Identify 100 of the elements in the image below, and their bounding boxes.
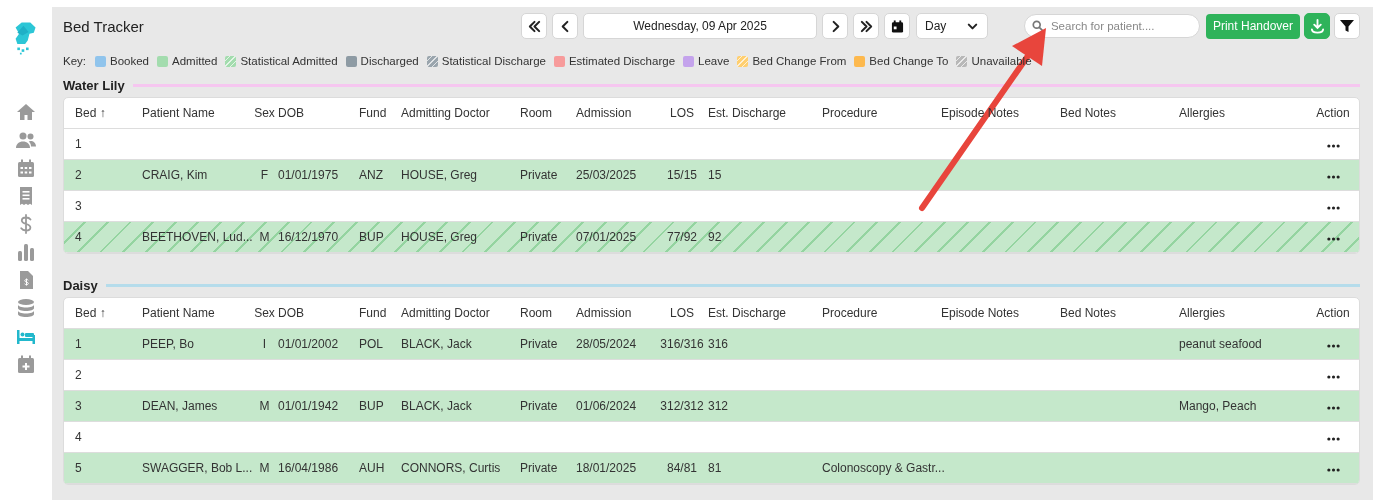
chevron-left-icon[interactable]	[552, 13, 578, 39]
double-chevron-left-icon[interactable]	[521, 13, 547, 39]
table-cell: 28/05/2024	[576, 337, 637, 351]
column-header: Fund	[359, 306, 388, 320]
table-cell: 3	[75, 199, 82, 213]
table-cell: AUH	[359, 461, 385, 475]
table-cell: 81	[708, 461, 722, 475]
column-header: Est. Discharge	[708, 306, 788, 320]
column-header: Admitting Doctor	[401, 306, 491, 320]
table-cell: PEEP, Bo	[142, 337, 194, 351]
chevron-right-icon[interactable]	[822, 13, 848, 39]
table-cell: CRAIG, Kim	[142, 168, 208, 182]
table-cell: 84/81	[667, 461, 697, 475]
table-cell: Private	[520, 399, 558, 413]
more-options-icon[interactable]	[1324, 466, 1342, 474]
table-cell: 92	[708, 230, 722, 244]
filter-icon[interactable]	[1334, 13, 1360, 39]
table-cell: 4	[75, 230, 82, 244]
more-options-icon[interactable]	[1324, 142, 1342, 150]
table-row[interactable]: 2 CRAIG, Kim F 01/01/1975 ANZ HOUSE, Greg Private 25/03/2025 15/15 15	[64, 160, 1359, 191]
table-row[interactable]: 4 BEETHOVEN, Lud... M 16/12/1970 BUP HOUSE, Greg Private 07/01/2025 77/92 92	[64, 222, 1359, 253]
legend-label: Leave	[698, 55, 730, 67]
more-options-icon[interactable]	[1324, 404, 1342, 412]
legend-label: Admitted	[172, 55, 218, 67]
bar-chart-icon[interactable]	[16, 242, 36, 262]
table-cell: ANZ	[359, 168, 383, 182]
more-options-icon[interactable]	[1324, 204, 1342, 212]
search-field[interactable]: Search for patient....	[1023, 14, 1200, 38]
table-cell: BLACK, Jack	[401, 337, 472, 351]
legend-label: Estimated Discharge	[568, 55, 676, 67]
home-icon[interactable]	[16, 102, 36, 122]
more-options-icon[interactable]	[1324, 373, 1342, 381]
table-cell: 312	[708, 399, 729, 413]
table-cell: CONNORS, Curtis	[401, 461, 501, 475]
column-header[interactable]: Bed ↑	[75, 106, 142, 120]
ward-title: Daisy	[63, 277, 98, 293]
database-icon[interactable]	[16, 298, 36, 318]
table-cell: I	[262, 337, 267, 351]
column-header: Admitting Doctor	[401, 106, 491, 120]
double-chevron-right-icon[interactable]	[853, 13, 879, 39]
table-cell: BUP	[359, 399, 384, 413]
table-cell: POL	[359, 337, 383, 351]
more-options-icon[interactable]	[1324, 173, 1342, 181]
column-header: Est. Discharge	[708, 106, 788, 120]
more-options-icon[interactable]	[1324, 235, 1342, 243]
column-header: LOS	[669, 306, 695, 320]
search-icon	[1031, 20, 1044, 32]
column-header: Sex	[253, 106, 276, 120]
column-header: Bed Notes	[1060, 306, 1118, 320]
column-header: Action	[1315, 106, 1351, 120]
table-cell: Private	[520, 337, 558, 351]
more-options-icon[interactable]	[1324, 342, 1342, 350]
table-cell: 77/92	[667, 230, 697, 244]
table-cell: peanut seafood	[1179, 337, 1262, 351]
people-icon[interactable]	[16, 130, 36, 150]
date-field[interactable]: Wednesday, 09 Apr 2025	[583, 13, 817, 39]
more-options-icon[interactable]	[1324, 435, 1342, 443]
table-cell: 01/06/2024	[576, 399, 637, 413]
column-header: Room	[520, 106, 553, 120]
column-header: Procedure	[822, 306, 879, 320]
table-cell: Private	[520, 168, 558, 182]
table-row[interactable]: 5 SWAGGER, Bob L... M 16/04/1986 AUH CONNORS, Curtis Private 18/01/2025 84/81 81 Colonoscopy & Gastr...	[64, 453, 1359, 484]
table-cell: 312/312	[660, 399, 704, 413]
view-dropdown[interactable]: Day	[916, 13, 988, 39]
table-cell: HOUSE, Greg	[401, 230, 478, 244]
table-cell: M	[259, 461, 270, 475]
column-header: Patient Name	[142, 106, 216, 120]
table-cell: BEETHOVEN, Lud...	[142, 230, 253, 244]
calendar-icon[interactable]	[884, 13, 910, 39]
table-cell: 1	[75, 337, 82, 351]
table-cell: 18/01/2025	[576, 461, 637, 475]
table-cell: 15	[708, 168, 722, 182]
table-cell: 5	[75, 461, 82, 475]
column-header: Admission	[576, 306, 633, 320]
table-cell: Private	[520, 230, 558, 244]
table-cell: 16/04/1986	[278, 461, 339, 475]
table-cell: 3	[75, 399, 82, 413]
column-header: Admission	[576, 106, 633, 120]
column-header: Action	[1315, 306, 1351, 320]
table-cell: F	[260, 168, 269, 182]
column-header: Fund	[359, 106, 388, 120]
table-cell: 1	[75, 137, 82, 151]
column-header[interactable]: Bed ↑	[75, 306, 142, 320]
table-cell: 316/316	[660, 337, 704, 351]
column-header: DOB	[278, 306, 305, 320]
table-cell: Colonoscopy & Gastr...	[822, 461, 945, 475]
table-cell: 01/01/1975	[278, 168, 339, 182]
table-cell: 4	[75, 430, 82, 444]
table-cell: Private	[520, 461, 558, 475]
table-cell: M	[259, 399, 270, 413]
column-header: DOB	[278, 106, 305, 120]
table-cell: M	[259, 230, 270, 244]
table-cell: 2	[75, 168, 82, 182]
table-row[interactable]: 3 DEAN, James M 01/01/1942 BUP BLACK, Jack Private 01/06/2024 312/312 312 Mango, Peach	[64, 391, 1359, 422]
table-cell: 25/03/2025	[576, 168, 637, 182]
calendar-plus-icon[interactable]	[16, 354, 36, 374]
column-header: Room	[520, 306, 553, 320]
legend-label: Statistical Admitted	[240, 55, 338, 67]
table-row[interactable]: 1 PEEP, Bo I 01/01/2002 POL BLACK, Jack Private 28/05/2024 316/316 316 peanut seafood	[64, 329, 1359, 360]
column-header: Episode Notes	[941, 306, 1021, 320]
